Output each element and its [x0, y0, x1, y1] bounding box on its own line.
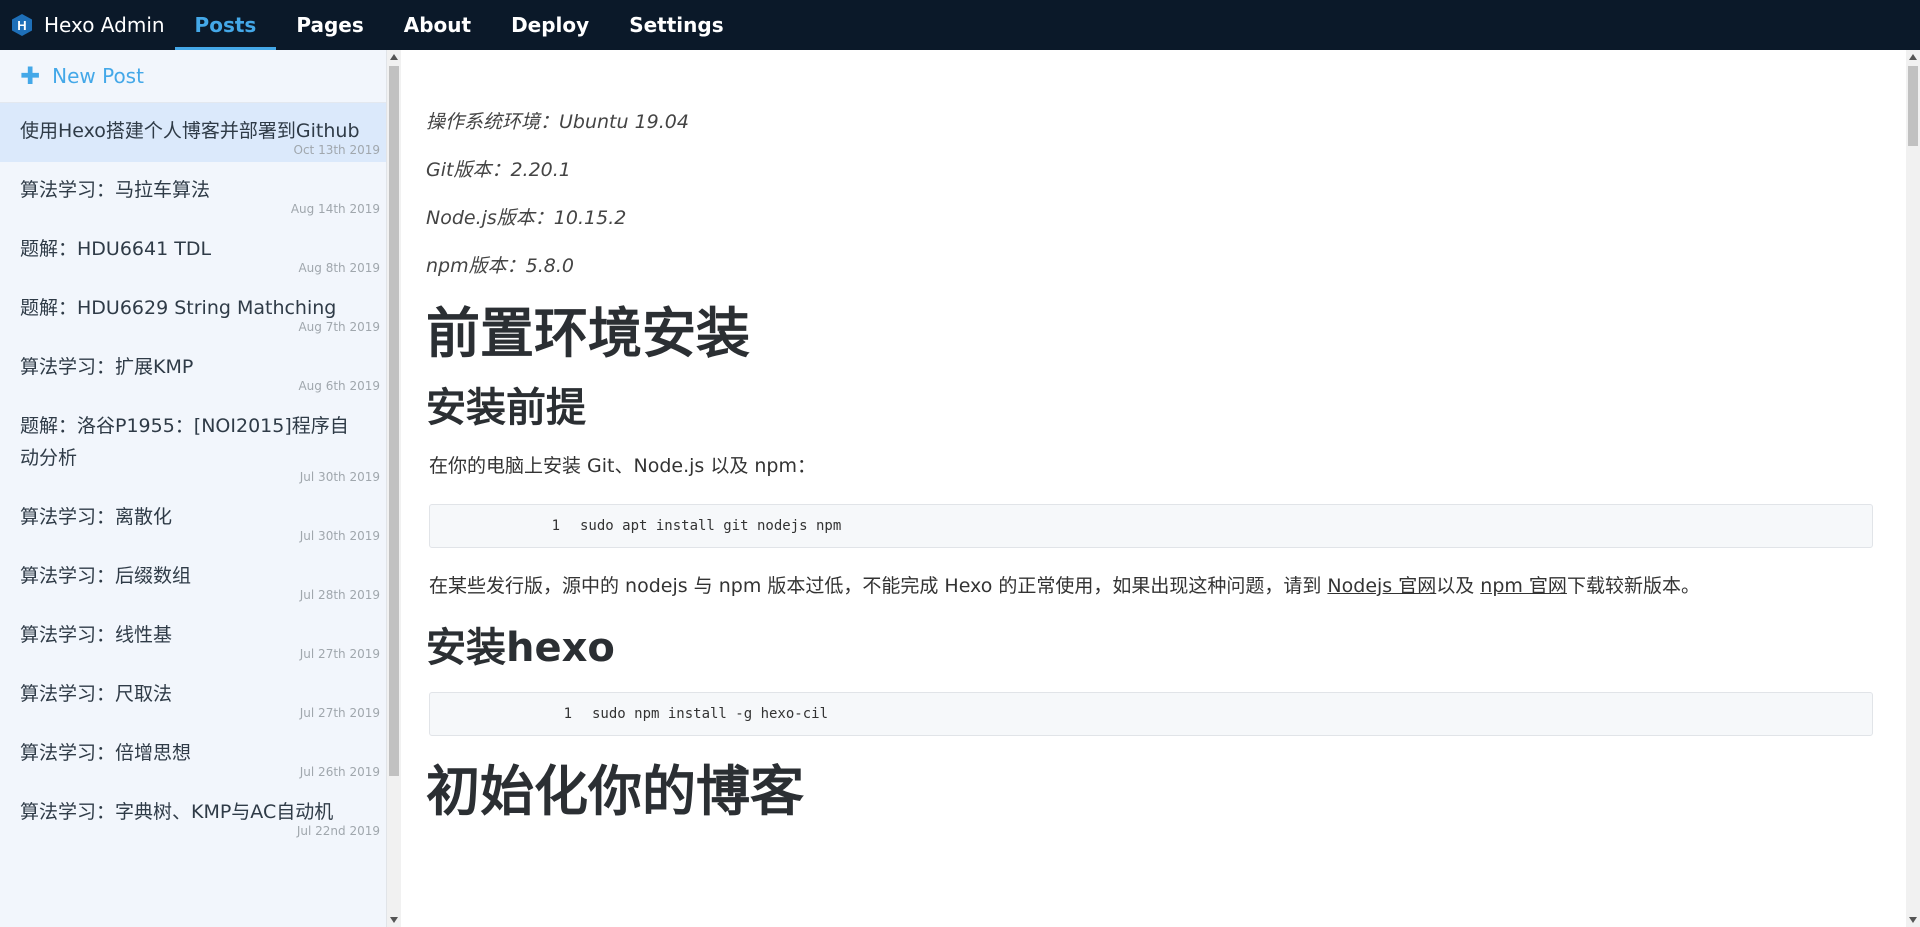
post-date: Jul 28th 2019 — [299, 588, 380, 602]
post-date: Jul 27th 2019 — [299, 706, 380, 720]
code-block: 1 sudo npm install -g hexo-cil — [429, 692, 1873, 736]
post-date: Aug 7th 2019 — [298, 320, 380, 334]
post-preview: 操作系统环境：Ubuntu 19.04 Git版本：2.20.1 Node.js… — [401, 50, 1906, 927]
brand-name: Hexo Admin — [44, 13, 165, 37]
tab-about[interactable]: About — [384, 0, 491, 50]
post-list-item[interactable]: 算法学习：字典树、KMP与AC自动机 Jul 22nd 2019 — [0, 784, 386, 843]
heading-install-hexo: 安装hexo — [426, 625, 615, 671]
scrollbar-thumb[interactable] — [389, 66, 399, 776]
tab-pages[interactable]: Pages — [276, 0, 383, 50]
env-node: Node.js版本：10.15.2 — [426, 207, 627, 229]
scroll-up-arrow-icon[interactable] — [1909, 54, 1917, 60]
main-nav: Posts Pages About Deploy Settings — [174, 0, 744, 50]
tab-deploy[interactable]: Deploy — [491, 0, 609, 50]
env-git: Git版本：2.20.1 — [426, 159, 571, 181]
scrollbar-thumb[interactable] — [1908, 66, 1918, 146]
env-os: 操作系统环境：Ubuntu 19.04 — [426, 111, 689, 133]
hexo-logo-icon: H — [10, 13, 34, 37]
new-post-button[interactable]: ✚ New Post — [0, 50, 386, 103]
code-block: 1 sudo apt install git nodejs npm — [429, 504, 1873, 548]
tab-settings[interactable]: Settings — [609, 0, 743, 50]
post-list-item[interactable]: 算法学习：尺取法 Jul 27th 2019 — [0, 666, 386, 725]
brand[interactable]: H Hexo Admin — [0, 0, 175, 50]
scroll-up-arrow-icon[interactable] — [390, 54, 398, 60]
post-date: Jul 27th 2019 — [299, 647, 380, 661]
note-text-end: 下载较新版本。 — [1566, 575, 1700, 597]
new-post-label: New Post — [52, 64, 144, 88]
post-list: 使用Hexo搭建个人博客并部署到Github Oct 13th 2019 算法学… — [0, 103, 386, 843]
logo-letter: H — [17, 18, 26, 33]
post-list-item[interactable]: 题解：HDU6629 String Mathching Aug 7th 2019 — [0, 280, 386, 339]
env-npm: npm版本：5.8.0 — [426, 255, 574, 277]
post-date: Aug 14th 2019 — [290, 202, 380, 216]
post-list-item[interactable]: 算法学习：马拉车算法 Aug 14th 2019 — [0, 162, 386, 221]
post-list-item[interactable]: 题解：HDU6641 TDL Aug 8th 2019 — [0, 221, 386, 280]
post-date: Aug 6th 2019 — [298, 379, 380, 393]
sidebar-scrollbar[interactable] — [387, 50, 401, 927]
prereq-paragraph: 在你的电脑上安装 Git、Node.js 以及 npm： — [429, 455, 816, 477]
scroll-down-arrow-icon[interactable] — [390, 917, 398, 923]
post-date: Jul 26th 2019 — [299, 765, 380, 779]
note-text-mid: 以及 — [1436, 575, 1481, 597]
tab-posts[interactable]: Posts — [174, 0, 277, 50]
top-navbar: H Hexo Admin Posts Pages About Deploy Se… — [0, 0, 1920, 50]
post-date: Jul 22nd 2019 — [296, 824, 380, 838]
post-list-item[interactable]: 算法学习：离散化 Jul 30th 2019 — [0, 489, 386, 548]
code-line: sudo npm install -g hexo-cil — [592, 706, 829, 722]
line-number: 1 — [551, 518, 560, 534]
note-paragraph: 在某些发行版，源中的 nodejs 与 npm 版本过低，不能完成 Hexo 的… — [429, 572, 1876, 600]
post-date: Oct 13th 2019 — [293, 143, 381, 157]
content-scrollbar[interactable] — [1906, 50, 1920, 927]
post-list-item[interactable]: 使用Hexo搭建个人博客并部署到Github Oct 13th 2019 — [0, 103, 386, 162]
note-text-start: 在某些发行版，源中的 nodejs 与 npm 版本过低，不能完成 Hexo 的… — [429, 575, 1328, 597]
post-list-item[interactable]: 算法学习：后缀数组 Jul 28th 2019 — [0, 548, 386, 607]
plus-icon: ✚ — [20, 62, 41, 90]
npm-link[interactable]: npm 官网 — [1480, 575, 1567, 597]
nodejs-link[interactable]: Nodejs 官网 — [1327, 575, 1436, 597]
heading-init-blog: 初始化你的博客 — [426, 760, 804, 823]
post-list-item[interactable]: 算法学习：扩展KMP Aug 6th 2019 — [0, 339, 386, 398]
post-list-item[interactable]: 算法学习：线性基 Jul 27th 2019 — [0, 607, 386, 666]
post-list-item[interactable]: 算法学习：倍增思想 Jul 26th 2019 — [0, 725, 386, 784]
heading-env: 前置环境安装 — [426, 302, 750, 365]
post-date: Aug 8th 2019 — [298, 261, 380, 275]
post-date: Jul 30th 2019 — [299, 470, 380, 484]
scroll-down-arrow-icon[interactable] — [1909, 917, 1917, 923]
posts-sidebar: ✚ New Post 使用Hexo搭建个人博客并部署到Github Oct 13… — [0, 50, 387, 927]
post-list-item[interactable]: 题解：洛谷P1955：[NOI2015]程序自动分析 Jul 30th 2019 — [0, 398, 386, 489]
code-line: sudo apt install git nodejs npm — [580, 518, 842, 534]
heading-prereq: 安装前提 — [426, 385, 586, 431]
post-title: 题解：洛谷P1955：[NOI2015]程序自动分析 — [20, 415, 349, 469]
line-number: 1 — [563, 706, 572, 722]
post-date: Jul 30th 2019 — [299, 529, 380, 543]
